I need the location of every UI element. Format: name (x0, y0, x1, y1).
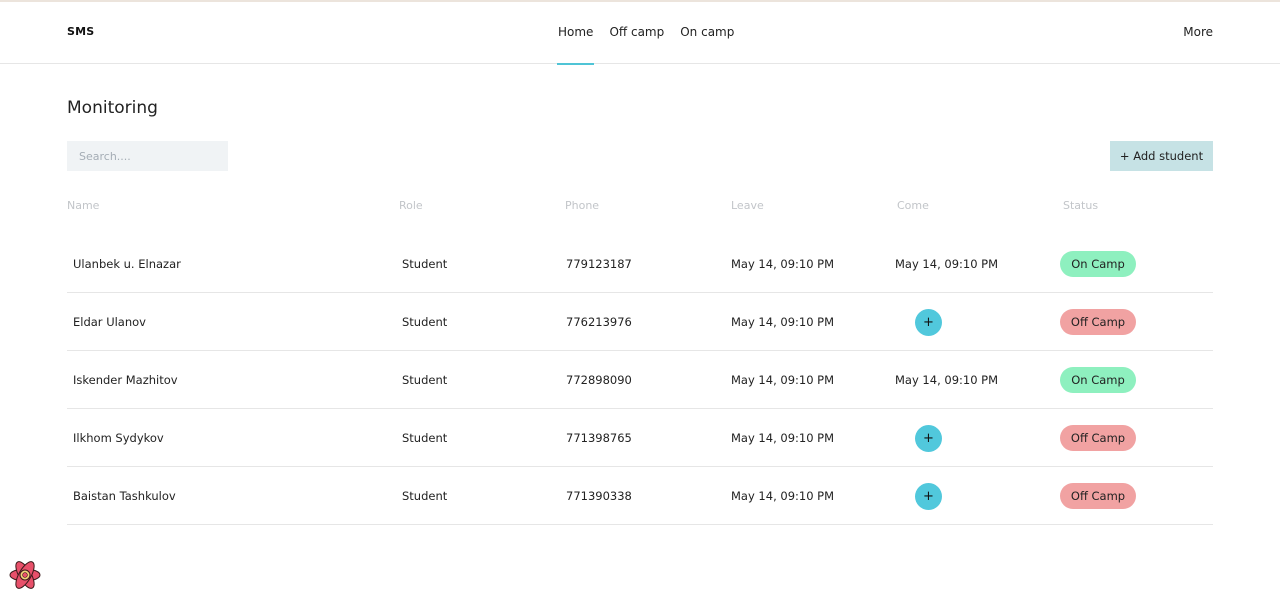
status-badge: Off Camp (1060, 483, 1136, 509)
status-badge: Off Camp (1060, 425, 1136, 451)
mark-come-button[interactable]: + (915, 309, 942, 336)
column-header-phone: Phone (565, 199, 600, 212)
column-header-leave: Leave (731, 199, 764, 212)
cell-phone: 771390338 (566, 489, 632, 503)
mark-come-button[interactable]: + (915, 483, 942, 510)
cell-leave: May 14, 09:10 PM (731, 373, 835, 387)
table-row: Ulanbek u. Elnazar Student 779123187 May… (67, 235, 1213, 293)
cell-phone: 779123187 (566, 257, 632, 271)
cell-name: Ilkhom Sydykov (73, 431, 164, 445)
cell-leave: May 14, 09:10 PM (731, 431, 835, 445)
cell-phone: 772898090 (566, 373, 632, 387)
cell-name: Baistan Tashkulov (73, 489, 176, 503)
cell-come: May 14, 09:10 PM (895, 257, 999, 271)
add-student-button[interactable]: + Add student (1110, 141, 1213, 171)
cell-name: Ulanbek u. Elnazar (73, 257, 181, 271)
cell-role: Student (402, 489, 448, 503)
cell-name: Iskender Mazhitov (73, 373, 178, 387)
cell-role: Student (402, 431, 448, 445)
column-header-role: Role (399, 199, 423, 212)
navbar: SMS Home Off camp On camp More (0, 2, 1280, 65)
cell-role: Student (402, 257, 448, 271)
status-badge: On Camp (1060, 251, 1136, 277)
main-nav: Home Off camp On camp (556, 2, 750, 65)
cell-come: May 14, 09:10 PM (895, 373, 999, 387)
brand-logo[interactable]: SMS (67, 25, 94, 38)
cell-leave: May 14, 09:10 PM (731, 489, 835, 503)
column-header-name: Name (67, 199, 100, 212)
cell-phone: 776213976 (566, 315, 632, 329)
cell-name: Eldar Ulanov (73, 315, 146, 329)
search-input[interactable] (67, 141, 228, 171)
students-table: Ulanbek u. Elnazar Student 779123187 May… (67, 235, 1213, 525)
table-row: Eldar Ulanov Student 776213976 May 14, 0… (67, 293, 1213, 351)
status-badge: On Camp (1060, 367, 1136, 393)
nav-item-home[interactable]: Home (556, 2, 595, 65)
cell-leave: May 14, 09:10 PM (731, 257, 835, 271)
table-row: Ilkhom Sydykov Student 771398765 May 14,… (67, 409, 1213, 467)
table-header: Name Role Phone Leave Come Status (67, 199, 1213, 215)
cell-role: Student (402, 315, 448, 329)
more-menu[interactable]: More (1183, 2, 1213, 62)
table-row: Iskender Mazhitov Student 772898090 May … (67, 351, 1213, 409)
column-header-status: Status (1063, 199, 1099, 212)
nav-item-off-camp[interactable]: Off camp (609, 2, 664, 64)
nav-item-on-camp[interactable]: On camp (680, 2, 734, 64)
page-title: Monitoring (67, 98, 158, 118)
cell-phone: 771398765 (566, 431, 632, 445)
cell-leave: May 14, 09:10 PM (731, 315, 835, 329)
status-badge: Off Camp (1060, 309, 1136, 335)
react-icon[interactable] (8, 558, 42, 592)
mark-come-button[interactable]: + (915, 425, 942, 452)
column-header-come: Come (897, 199, 929, 212)
cell-role: Student (402, 373, 448, 387)
table-row: Baistan Tashkulov Student 771390338 May … (67, 467, 1213, 525)
